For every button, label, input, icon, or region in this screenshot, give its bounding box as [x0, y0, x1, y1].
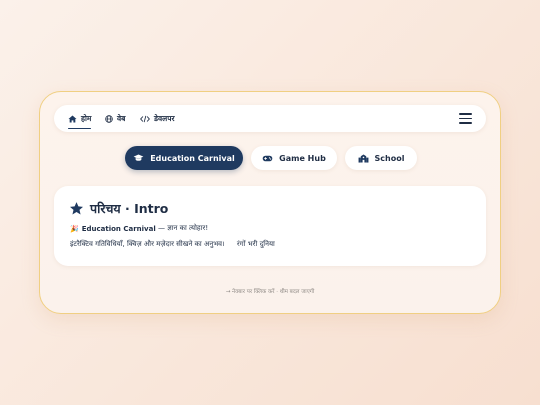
graduation-cap-icon — [133, 154, 144, 161]
tab-education-carnival[interactable]: Education Carnival — [125, 146, 243, 170]
tab-education-carnival-label: Education Carnival — [150, 153, 235, 163]
tab-school[interactable]: School — [345, 146, 417, 170]
intro-brand: Education Carnival — [81, 224, 156, 233]
nav-item-web-label: वेब — [117, 113, 126, 123]
nav-item-home-label: होम — [81, 113, 92, 123]
intro-description: इंटरैक्टिव गतिविधियाँ, क्विज़ और मज़ेदार… — [70, 240, 225, 248]
intro-line-2: इंटरैक्टिव गतिविधियाँ, क्विज़ और मज़ेदार… — [70, 240, 275, 249]
hint-text: → नेवबार पर क्लिक करें · थीम बदल जाएगी — [225, 289, 315, 295]
intro-tagline: — ज्ञान का त्योहार! — [157, 224, 209, 232]
star-icon — [70, 202, 83, 215]
tab-game-hub[interactable]: Game Hub — [251, 146, 337, 170]
nav-item-developer[interactable]: डेवलपर — [140, 105, 175, 132]
intro-line-1: 🎉 Education Carnival — ज्ञान का त्योहार! — [70, 224, 208, 233]
nav-item-web[interactable]: वेब — [105, 105, 125, 132]
intro-tag: रंगों भरी दुनिया — [236, 240, 275, 248]
home-icon — [68, 114, 77, 123]
gamepad-icon — [262, 155, 273, 161]
tab-game-hub-label: Game Hub — [279, 153, 326, 163]
main-card: होम वेब डेवलपर Education Carnival Game H… — [39, 91, 501, 314]
tab-school-label: School — [374, 153, 405, 163]
school-icon — [358, 153, 368, 163]
navbar: होम वेब डेवलपर — [54, 105, 486, 132]
code-icon — [140, 115, 150, 122]
intro-panel: परिचय · Intro 🎉 Education Carnival — ज्ञ… — [54, 186, 486, 266]
party-icon: 🎉 — [70, 224, 79, 233]
globe-icon — [105, 114, 113, 123]
hamburger-icon[interactable] — [459, 113, 472, 124]
nav-item-developer-label: डेवलपर — [154, 113, 175, 123]
page-title: परिचय · Intro — [69, 200, 168, 217]
page-title-text: परिचय · Intro — [90, 201, 169, 216]
nav-item-home[interactable]: होम — [68, 105, 92, 132]
